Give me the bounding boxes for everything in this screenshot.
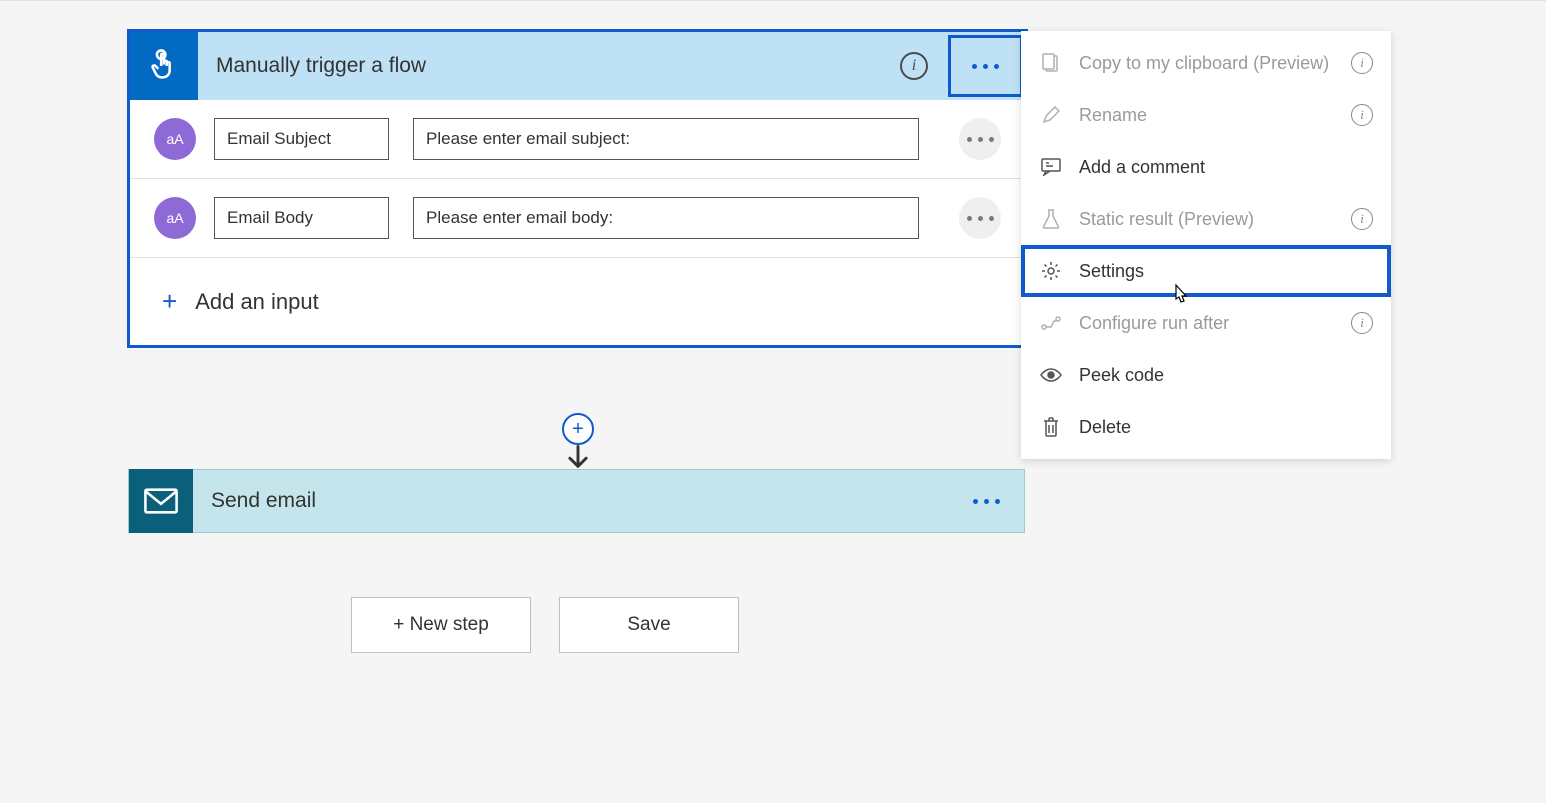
send-email-icon: [129, 469, 193, 533]
menu-static-result: Static result (Preview) i: [1021, 193, 1391, 245]
run-after-icon: [1039, 311, 1063, 335]
menu-peek-code[interactable]: Peek code: [1021, 349, 1391, 401]
gear-icon: [1039, 259, 1063, 283]
comment-icon: [1039, 155, 1063, 179]
menu-delete[interactable]: Delete: [1021, 401, 1391, 453]
add-step-between-button[interactable]: +: [562, 413, 594, 445]
menu-label: Static result (Preview): [1079, 209, 1351, 230]
info-icon[interactable]: i: [1351, 52, 1373, 74]
trigger-card: Manually trigger a flow i aA aA + Add an: [127, 29, 1028, 348]
arrow-down-icon: [564, 443, 592, 471]
new-step-button[interactable]: + New step: [351, 597, 531, 653]
trigger-input-row: aA: [130, 179, 1025, 258]
action-card[interactable]: Send email: [128, 469, 1025, 533]
info-icon[interactable]: i: [1351, 208, 1373, 230]
plus-icon: +: [162, 286, 177, 317]
add-input-label: Add an input: [195, 289, 319, 315]
menu-add-comment[interactable]: Add a comment: [1021, 141, 1391, 193]
menu-copy-clipboard: Copy to my clipboard (Preview) i: [1021, 37, 1391, 89]
menu-label: Copy to my clipboard (Preview): [1079, 53, 1351, 74]
input-row-more-button[interactable]: [959, 197, 1001, 239]
add-input-button[interactable]: + Add an input: [130, 258, 1025, 345]
trigger-input-row: aA: [130, 100, 1025, 179]
trigger-header[interactable]: Manually trigger a flow i: [130, 32, 1025, 100]
menu-configure-run-after: Configure run after i: [1021, 297, 1391, 349]
trigger-manual-icon: [130, 32, 198, 100]
menu-label: Rename: [1079, 105, 1351, 126]
input-name-field[interactable]: [214, 118, 389, 160]
input-placeholder-field[interactable]: [413, 118, 919, 160]
footer-buttons: + New step Save: [351, 597, 739, 653]
flask-icon: [1039, 207, 1063, 231]
info-icon[interactable]: i: [900, 52, 928, 80]
action-title: Send email: [211, 489, 973, 513]
trash-icon: [1039, 415, 1063, 439]
input-placeholder-field[interactable]: [413, 197, 919, 239]
input-name-field[interactable]: [214, 197, 389, 239]
menu-rename: Rename i: [1021, 89, 1391, 141]
info-icon[interactable]: i: [1351, 312, 1373, 334]
info-icon[interactable]: i: [1351, 104, 1373, 126]
text-input-icon: aA: [154, 197, 196, 239]
menu-label: Settings: [1079, 261, 1373, 282]
input-row-more-button[interactable]: [959, 118, 1001, 160]
text-input-icon: aA: [154, 118, 196, 160]
menu-settings[interactable]: Settings: [1021, 245, 1391, 297]
context-menu: Copy to my clipboard (Preview) i Rename …: [1021, 31, 1391, 459]
menu-label: Add a comment: [1079, 157, 1373, 178]
pencil-icon: [1039, 103, 1063, 127]
save-button[interactable]: Save: [559, 597, 739, 653]
trigger-more-button[interactable]: [948, 35, 1023, 97]
menu-label: Delete: [1079, 417, 1373, 438]
menu-label: Configure run after: [1079, 313, 1351, 334]
clipboard-icon: [1039, 51, 1063, 75]
menu-label: Peek code: [1079, 365, 1373, 386]
action-more-button[interactable]: [973, 499, 1000, 504]
connector: +: [562, 413, 594, 471]
eye-icon: [1039, 363, 1063, 387]
trigger-title: Manually trigger a flow: [216, 54, 900, 78]
